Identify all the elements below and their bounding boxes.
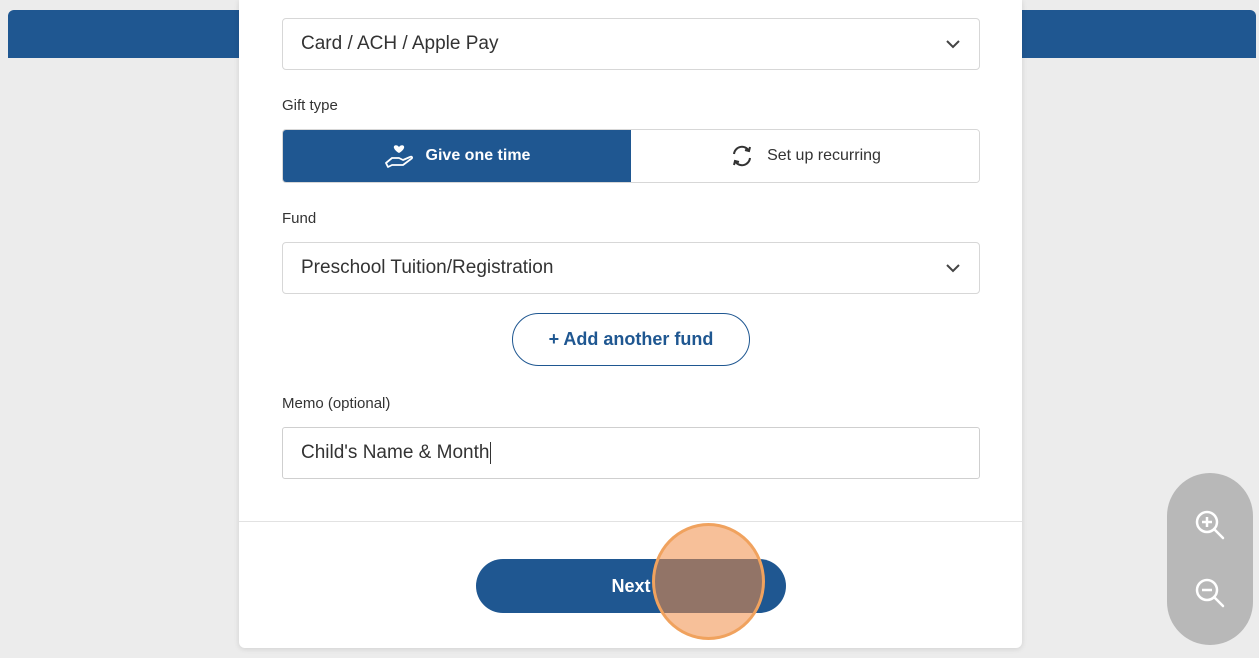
- memo-label: Memo (optional): [282, 395, 391, 412]
- payment-method-value: Card / ACH / Apple Pay: [301, 33, 499, 54]
- donation-form-card: Card / ACH / Apple Pay Gift type Give on…: [239, 0, 1022, 648]
- add-another-fund-button[interactable]: + Add another fund: [512, 313, 750, 366]
- next-button[interactable]: Next: [476, 559, 786, 613]
- zoom-in-icon: [1195, 510, 1225, 540]
- memo-input[interactable]: Child's Name & Month: [282, 427, 980, 479]
- footer-divider: [239, 521, 1022, 522]
- set-up-recurring-label: Set up recurring: [767, 147, 881, 164]
- zoom-in-button[interactable]: [1190, 505, 1230, 545]
- chevron-down-icon: [946, 40, 960, 49]
- set-up-recurring-option[interactable]: Set up recurring: [631, 130, 979, 182]
- fund-select[interactable]: Preschool Tuition/Registration: [282, 242, 980, 294]
- zoom-out-icon: [1195, 578, 1225, 608]
- give-one-time-label: Give one time: [425, 147, 531, 164]
- zoom-controls: [1167, 473, 1253, 645]
- payment-method-select[interactable]: Card / ACH / Apple Pay: [282, 18, 980, 70]
- fund-value: Preschool Tuition/Registration: [301, 257, 554, 278]
- hand-heart-icon: [384, 145, 413, 168]
- gift-type-label: Gift type: [282, 97, 338, 114]
- text-cursor: [490, 442, 492, 464]
- fund-label: Fund: [282, 210, 317, 227]
- zoom-out-button[interactable]: [1190, 573, 1230, 613]
- memo-value: Child's Name & Month: [301, 442, 490, 463]
- give-one-time-option[interactable]: Give one time: [283, 130, 631, 182]
- chevron-down-icon: [946, 264, 960, 273]
- recurring-arrows-icon: [733, 145, 752, 167]
- gift-type-toggle: Give one time Set up recurring: [282, 129, 980, 183]
